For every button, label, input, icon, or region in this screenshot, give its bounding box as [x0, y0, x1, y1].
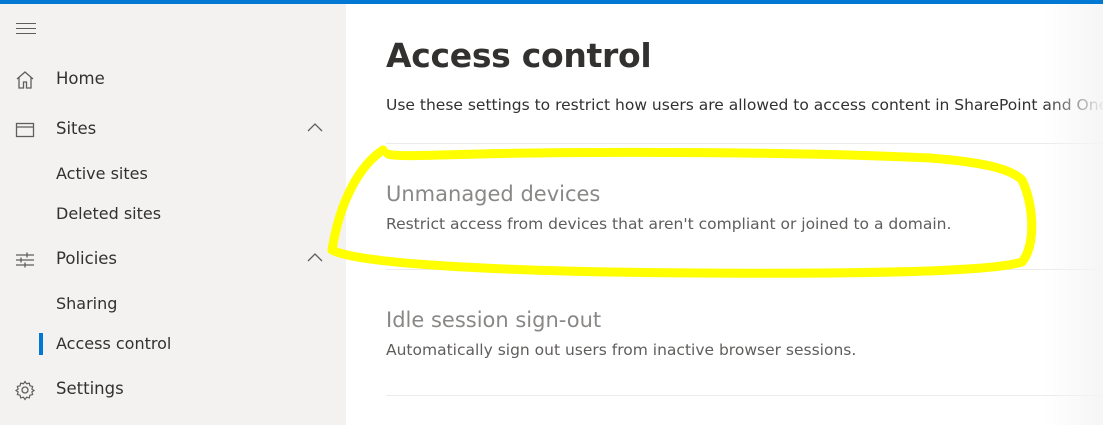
sites-icon	[15, 122, 35, 138]
nav-item-access-control[interactable]: Access control	[0, 326, 346, 362]
page-title: Access control	[386, 36, 652, 75]
nav-item-label: Home	[56, 69, 105, 88]
nav-item-label: Settings	[56, 379, 124, 398]
nav-item-active-sites[interactable]: Active sites	[0, 156, 346, 192]
chevron-up-icon[interactable]	[306, 121, 324, 135]
nav-item-label: Policies	[56, 249, 118, 268]
nav-item-policies[interactable]: Policies	[0, 239, 346, 279]
nav-item-label: Sharing	[56, 294, 118, 313]
nav-item-sites[interactable]: Sites	[0, 109, 346, 149]
policies-icon	[16, 252, 34, 268]
nav-item-label: Active sites	[56, 164, 148, 183]
hamburger-icon[interactable]	[16, 23, 36, 37]
left-navigation: Home Sites Active sites Deleted sites Po…	[0, 4, 346, 425]
setting-description: Restrict access from devices that aren't…	[386, 215, 952, 233]
selected-indicator	[39, 333, 43, 355]
divider	[386, 143, 1103, 144]
chevron-up-icon[interactable]	[306, 251, 324, 265]
setting-title[interactable]: Idle session sign-out	[386, 308, 601, 332]
setting-title[interactable]: Unmanaged devices	[386, 182, 600, 206]
setting-description: Automatically sign out users from inacti…	[386, 341, 857, 359]
nav-item-settings[interactable]: Settings	[0, 369, 346, 409]
home-icon	[16, 71, 34, 89]
nav-item-home[interactable]: Home	[0, 59, 346, 99]
nav-item-sharing[interactable]: Sharing	[0, 286, 346, 322]
divider	[386, 395, 1103, 396]
nav-item-label: Deleted sites	[56, 204, 162, 223]
divider	[386, 269, 1103, 270]
setting-unmanaged-devices[interactable]: Unmanaged devices Restrict access from d…	[386, 182, 1086, 292]
nav-item-label: Access control	[56, 334, 172, 353]
setting-idle-session-sign-out[interactable]: Idle session sign-out Automatically sign…	[386, 308, 1086, 418]
main-content: Access control Use these settings to res…	[346, 4, 1103, 425]
gear-icon	[14, 380, 36, 401]
page-description: Use these settings to restrict how users…	[386, 96, 1103, 114]
nav-item-deleted-sites[interactable]: Deleted sites	[0, 196, 346, 232]
nav-item-label: Sites	[56, 119, 97, 138]
